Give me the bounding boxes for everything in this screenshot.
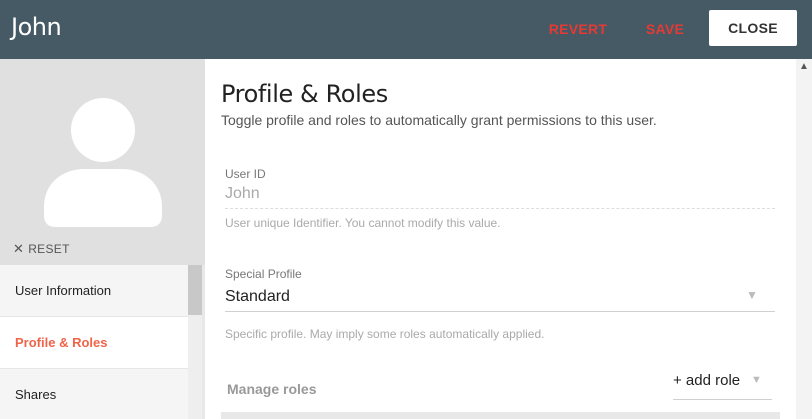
sidebar: ✕ RESET User Information Profile & Roles …	[0, 59, 205, 419]
user-id-underline	[225, 208, 775, 209]
sidebar-scroll-thumb[interactable]	[188, 265, 202, 315]
chevron-up-icon[interactable]: ▲	[796, 61, 812, 75]
reset-avatar-button[interactable]: ✕ RESET	[13, 241, 70, 257]
user-avatar-icon	[44, 98, 162, 227]
sidebar-nav: User Information Profile & Roles Shares	[0, 265, 188, 419]
special-profile-label: Special Profile	[225, 267, 302, 281]
page-title: Profile & Roles	[221, 80, 388, 108]
app-header: John REVERT SAVE CLOSE	[0, 0, 812, 59]
save-button[interactable]: SAVE	[637, 13, 693, 45]
avatar-area: ✕ RESET	[0, 59, 205, 265]
manage-roles-label: Manage roles	[227, 381, 317, 397]
special-profile-underline	[225, 311, 775, 312]
sidebar-item-user-information[interactable]: User Information	[0, 265, 188, 317]
caret-down-icon[interactable]: ▼	[746, 288, 758, 302]
roles-list	[221, 412, 780, 419]
reset-label: RESET	[28, 242, 70, 256]
close-button[interactable]: CLOSE	[709, 10, 797, 46]
special-profile-help: Specific profile. May imply some roles a…	[225, 327, 545, 341]
main-panel: Profile & Roles Toggle profile and roles…	[205, 59, 796, 419]
special-profile-select[interactable]: Standard	[225, 288, 290, 306]
sidebar-item-profile-roles[interactable]: Profile & Roles	[0, 317, 188, 369]
user-id-field: John	[225, 185, 260, 202]
main-scrollbar[interactable]: ▲	[796, 59, 812, 419]
user-title: John	[11, 13, 62, 41]
close-icon: ✕	[13, 241, 25, 256]
add-role-dropdown[interactable]: + add role ▼	[673, 370, 772, 400]
revert-button[interactable]: REVERT	[540, 13, 616, 45]
user-id-label: User ID	[225, 167, 266, 181]
sidebar-scrollbar[interactable]	[188, 265, 202, 419]
user-id-help: User unique Identifier. You cannot modif…	[225, 216, 501, 230]
add-role-label: + add role	[673, 372, 741, 389]
caret-down-icon: ▼	[751, 374, 762, 386]
page-subtitle: Toggle profile and roles to automaticall…	[221, 112, 657, 128]
sidebar-item-shares[interactable]: Shares	[0, 369, 188, 419]
